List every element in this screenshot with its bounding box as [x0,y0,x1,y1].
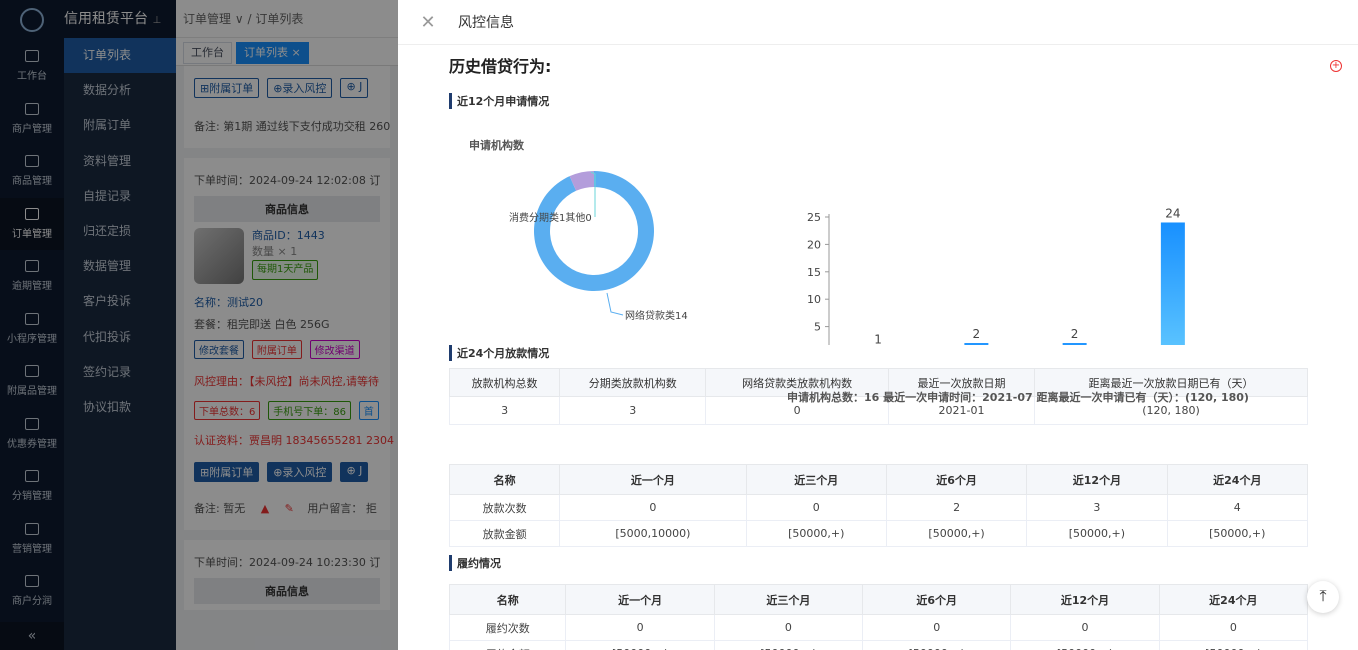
pie-leader-line [606,292,624,316]
bar-value-label: 1 [874,333,882,345]
table-cell: 0 [1010,614,1160,641]
table-header: 近6个月 [885,464,1028,495]
table-header: 近12个月 [1010,584,1160,615]
table-row: 放款金额 [5000,10000) [50000,+) [50000,+) [50000… [448,520,1309,547]
table-cell: [50000,+) [565,640,715,650]
bar-value-label: 24 [1165,206,1180,220]
table-cell: 放款次数 [448,494,561,521]
table-cell: [5000,10000) [559,520,747,547]
back-to-top-button[interactable]: ⤒ [1307,581,1339,613]
table-header: 近12个月 [1026,464,1168,495]
table-cell: 0 [559,494,747,521]
charts-svg: 申请机构数网络贷款类14消费分期类1其他0网络贷款类14消费分期类1其他0051… [469,138,1223,403]
loan-cell: 3 [559,396,707,425]
bar[interactable] [1062,343,1087,354]
apply-section-title: 近12个月申请情况 [449,93,1309,109]
loan-cell: 3 [448,396,561,425]
table-cell: [50000,+) [1010,640,1160,650]
table-cell: 0 [565,614,715,641]
add-circle-icon[interactable]: + [1330,60,1342,72]
table-cell: [50000,+) [862,640,1012,650]
modal-overlay[interactable] [0,0,398,650]
table-cell: 0 [862,614,1012,641]
table-cell: 0 [745,494,887,521]
bar[interactable] [964,343,989,354]
table-cell: [50000,+) [1026,520,1168,547]
table-cell: 履约金额 [448,640,567,650]
loan-section-title: 近24个月放款情况 [449,345,1309,361]
table-cell: 3 [1026,494,1168,521]
section-heading: 历史借贷行为: [449,57,552,76]
table-cell: 2 [885,494,1028,521]
table-header: 近三个月 [713,584,864,615]
table-cell: 放款金额 [448,520,561,547]
risk-drawer: ✕ 风控信息 + 历史借贷行为: 近12个月申请情况 申请机构数网络贷款类14 消… [398,0,1358,650]
table-header: 近24个月 [1166,464,1309,495]
table-row: 履约次数 0 0 0 0 0 [448,614,1309,641]
table-header: 近一个月 [559,464,747,495]
y-tick-label: 20 [807,238,821,251]
table-header: 名称 [448,464,561,495]
table-cell: 0 [713,614,864,641]
pie-slice[interactable] [534,171,654,291]
y-tick-label: 15 [807,266,821,279]
charts-area: 申请机构数网络贷款类14消费分期类1其他0网络贷款类14消费分期类1其他0051… [449,109,1309,404]
table-cell: 履约次数 [448,614,567,641]
drawer-title: 风控信息 [458,15,514,31]
table-header: 近一个月 [565,584,715,615]
y-tick-label: 5 [814,321,821,334]
table-header: 近6个月 [862,584,1012,615]
table-cell: [50000,+) [885,520,1028,547]
bar[interactable] [1160,222,1185,354]
apply-stats: 申请机构总数：16 最近一次申请时间：2021-07 距离最近一次申请已有（天）… [787,391,1249,404]
close-icon[interactable]: ✕ [398,12,458,33]
table-header: 近三个月 [745,464,887,495]
perf-table: 名称近一个月近三个月近6个月近12个月近24个月履约次数00000履约金额[50… [448,584,1309,650]
y-tick-label: 10 [807,293,821,306]
bar-value-label: 2 [973,327,981,341]
loan-header: 放款机构总数 [448,368,561,397]
donut-title: 申请机构数 [469,138,525,152]
table-header: 名称 [448,584,567,615]
table-cell: [50000,+) [713,640,864,650]
table-cell: [50000,+) [1166,520,1309,547]
pie-label: 网络贷款类14 [625,309,688,322]
pie-label: 消费分期类1其他0 [509,211,592,224]
period-table: 名称 近一个月 近三个月 近6个月 近12个月 近24个月 放款次数 0 0 2 3 4 放款金额 [50… [448,464,1309,547]
table-cell: 0 [1158,614,1309,641]
bar-value-label: 2 [1071,327,1079,341]
y-tick-label: 25 [807,211,821,224]
table-row: 履约金额[50000,+)[50000,+)[50000,+)[50000,+)… [448,640,1309,650]
perf-section-title: 履约情况 [449,555,1309,571]
table-cell: 4 [1166,494,1309,521]
table-header: 近24个月 [1158,584,1309,615]
table-cell: [50000,+) [1158,640,1309,650]
table-cell: [50000,+) [745,520,887,547]
table-row: 放款次数 0 0 2 3 4 [448,494,1309,521]
loan-header: 分期类放款机构数 [559,368,707,397]
